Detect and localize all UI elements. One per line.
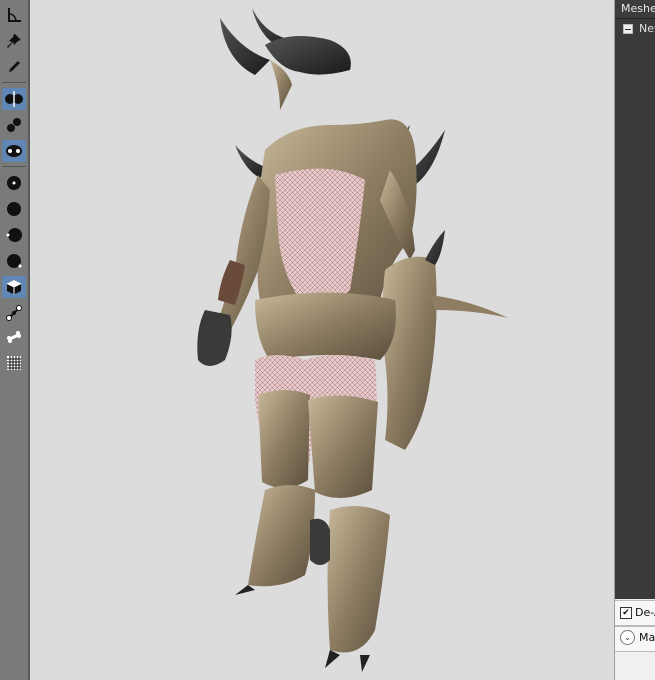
helmet-mesh: [220, 8, 351, 110]
select-tool-icon[interactable]: [2, 4, 26, 26]
pin-tool-icon[interactable]: [2, 30, 26, 52]
deform-label: De-A: [635, 606, 655, 619]
grid-icon[interactable]: [2, 352, 26, 374]
deform-option[interactable]: ✔ De-A: [620, 606, 655, 619]
smooth-brush-icon[interactable]: [2, 172, 26, 194]
mask-label: Ma: [639, 631, 655, 644]
deform-checkbox[interactable]: ✔: [620, 606, 632, 619]
chevron-down-icon[interactable]: ⌄: [620, 630, 635, 645]
tree-item-new[interactable]: New: [623, 21, 655, 37]
bone-weight-icon[interactable]: [2, 302, 26, 324]
inflate-brush-icon[interactable]: [2, 140, 26, 162]
meshes-panel-header: Meshes: [615, 0, 655, 18]
deflate-brush-icon[interactable]: [2, 198, 26, 220]
right-panel: Meshes New ✔ De-A ⌄ Ma: [614, 0, 655, 680]
falloff-brush-icon[interactable]: [2, 250, 26, 272]
pencil-tool-icon[interactable]: [2, 56, 26, 78]
collapse-icon[interactable]: [623, 24, 633, 34]
mask-option[interactable]: ⌄ Ma: [620, 630, 655, 645]
tool-toolbar: [0, 0, 30, 680]
3d-viewport[interactable]: [30, 0, 614, 680]
push-brush-icon[interactable]: [2, 224, 26, 246]
boots-mesh: [235, 485, 390, 672]
legs-mesh: [255, 355, 378, 499]
right-arm-mesh: [380, 170, 508, 450]
tree-item-label: New: [639, 22, 655, 35]
meshes-tree[interactable]: New: [615, 18, 655, 599]
move-brush-icon[interactable]: [2, 114, 26, 136]
bone-icon[interactable]: [2, 326, 26, 348]
mirror-tool-icon[interactable]: [2, 88, 26, 110]
mask-cube-icon[interactable]: [2, 276, 26, 298]
armor-mesh-render: [197, 8, 508, 672]
